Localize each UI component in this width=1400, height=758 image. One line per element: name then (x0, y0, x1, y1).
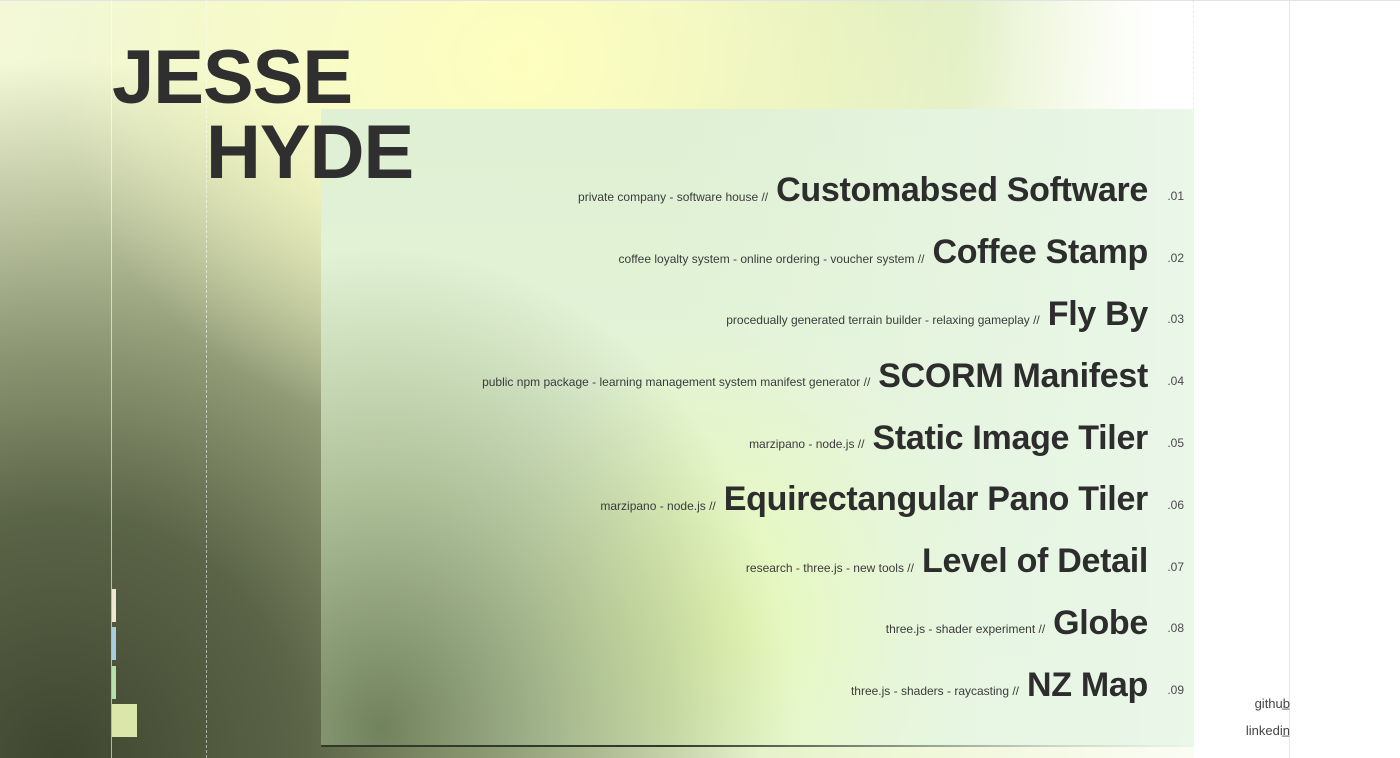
project-item-nz-map[interactable]: three.js - shaders - raycasting // NZ Ma… (330, 654, 1200, 716)
color-swatch-2[interactable] (112, 627, 116, 660)
right-margin (1194, 0, 1400, 758)
color-swatch-1[interactable] (112, 589, 116, 622)
project-item-static-image-tiler[interactable]: marzipano - node.js // Static Image Tile… (330, 407, 1200, 469)
project-number: .08 (1167, 621, 1184, 636)
right-divider (1289, 0, 1290, 758)
project-title[interactable]: SCORM Manifest (878, 357, 1148, 396)
project-description: research - three.js - new tools // (745, 560, 914, 575)
project-description: marzipano - node.js // (749, 437, 865, 452)
project-number: .09 (1167, 683, 1184, 698)
project-number: .06 (1167, 497, 1184, 512)
project-item-coffee-stamp[interactable]: coffee loyalty system - online ordering … (330, 222, 1200, 284)
project-number: .04 (1167, 374, 1184, 389)
project-title[interactable]: Equirectangular Pano Tiler (724, 480, 1149, 519)
project-number: .05 (1167, 436, 1184, 451)
project-number: .01 (1167, 188, 1184, 203)
project-list: private company - software house // Cust… (330, 160, 1200, 716)
color-swatch-4[interactable] (112, 704, 137, 737)
project-number: .02 (1167, 250, 1184, 265)
project-description: three.js - shader experiment // (885, 622, 1046, 637)
project-title[interactable]: Coffee Stamp (932, 233, 1148, 272)
linkedin-dash: _ (1282, 722, 1290, 737)
project-item-scorm-manifest[interactable]: public npm package - learning management… (330, 345, 1200, 407)
project-description: marzipano - node.js // (600, 498, 716, 513)
top-rule (0, 0, 1400, 1)
project-title[interactable]: Customabsed Software (776, 171, 1148, 210)
project-title[interactable]: Globe (1053, 604, 1148, 643)
project-number: .07 (1167, 559, 1184, 574)
color-swatch-3[interactable] (112, 666, 116, 699)
dashed-guide-line-right (1193, 0, 1194, 110)
project-title[interactable]: Level of Detail (922, 542, 1148, 581)
project-description: three.js - shaders - raycasting // (850, 684, 1020, 699)
github-dash: _ (1282, 695, 1290, 710)
project-title[interactable]: NZ Map (1027, 666, 1148, 705)
project-number: .03 (1167, 312, 1184, 327)
project-item-equirectangular-pano-tiler[interactable]: marzipano - node.js // Equirectangular P… (330, 469, 1200, 531)
project-item-globe[interactable]: three.js - shader experiment // Globe .0… (330, 593, 1200, 655)
project-item-fly-by[interactable]: procedually generated terrain builder - … (330, 284, 1200, 346)
name-first: JESSE (112, 35, 353, 120)
project-title[interactable]: Static Image Tiler (872, 419, 1148, 458)
project-description: coffee loyalty system - online ordering … (618, 251, 925, 266)
project-item-customabsed-software[interactable]: private company - software house // Cust… (330, 160, 1200, 222)
project-description: private company - software house // (578, 189, 769, 204)
project-description: public npm package - learning management… (482, 375, 871, 390)
project-title[interactable]: Fly By (1048, 295, 1149, 334)
project-item-level-of-detail[interactable]: research - three.js - new tools // Level… (330, 531, 1200, 593)
project-description: procedually generated terrain builder - … (726, 313, 1040, 328)
